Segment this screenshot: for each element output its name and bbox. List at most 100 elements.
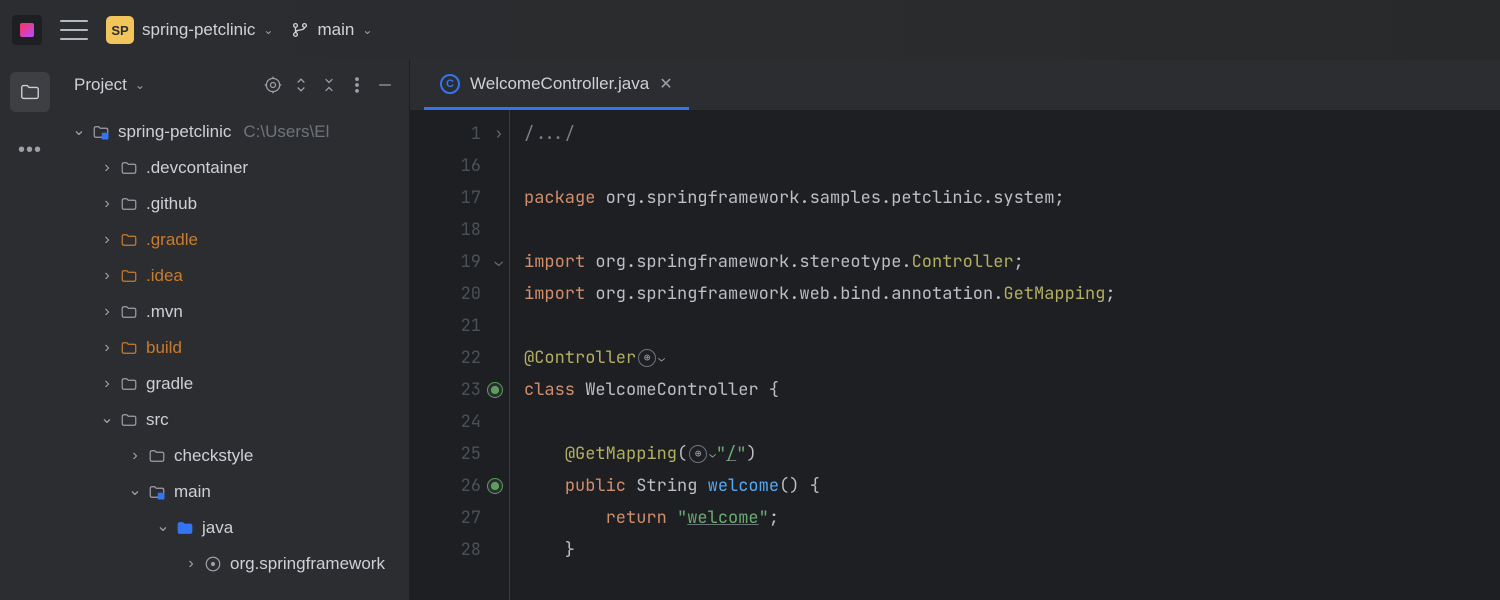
tree-item[interactable]: src xyxy=(60,402,409,438)
tree-item[interactable]: gradle xyxy=(60,366,409,402)
code-token: org.springframework.samples.petclinic.sy… xyxy=(595,187,1064,209)
editor-tab-bar: C WelcomeController.java ✕ xyxy=(410,60,1500,110)
tree-root-label: spring-petclinic xyxy=(118,122,231,142)
folder-icon xyxy=(148,483,168,501)
folder-icon xyxy=(148,447,168,465)
close-icon[interactable]: ✕ xyxy=(659,74,672,94)
code-line[interactable]: import org.springframework.web.bind.anno… xyxy=(524,278,1116,310)
folder-icon xyxy=(19,81,41,103)
code-line[interactable]: /.../ xyxy=(524,118,1116,150)
code-token: class xyxy=(524,379,575,401)
chevron-right-icon[interactable] xyxy=(184,555,198,573)
code-token: ( xyxy=(677,443,687,465)
folder-icon xyxy=(120,267,140,285)
code-token: ; xyxy=(1014,251,1024,273)
tree-item[interactable]: main xyxy=(60,474,409,510)
code-editor[interactable]: 1›16171819⌄20212223242526⌄2728 /.../pack… xyxy=(410,110,1500,600)
code-token: () { xyxy=(779,475,820,497)
folder-icon xyxy=(120,339,140,357)
project-selector[interactable]: SP spring-petclinic ⌄ xyxy=(106,16,273,44)
code-token: } xyxy=(524,539,575,561)
branch-icon xyxy=(291,21,309,39)
chevron-right-icon[interactable] xyxy=(100,231,114,249)
fold-icon[interactable]: › xyxy=(495,118,503,150)
chevron-right-icon[interactable] xyxy=(100,195,114,213)
chevron-down-icon[interactable]: ⌄ xyxy=(658,351,665,365)
folder-icon xyxy=(120,411,140,429)
expand-icon[interactable] xyxy=(291,75,311,95)
chevron-down-icon[interactable] xyxy=(128,482,142,502)
folder-icon xyxy=(120,195,140,213)
globe-icon[interactable]: ⊕ xyxy=(689,445,707,463)
code-token: " xyxy=(736,443,746,465)
tab-filename: WelcomeController.java xyxy=(470,74,649,94)
code-line[interactable]: @GetMapping(⊕⌄"/") xyxy=(524,438,1116,470)
gutter-line: 19⌄ xyxy=(410,246,481,278)
tree-item-label: build xyxy=(146,338,182,358)
project-tool-button[interactable] xyxy=(10,72,50,112)
code-line[interactable] xyxy=(524,406,1116,438)
tree-item-label: .mvn xyxy=(146,302,183,322)
tree-item-label: .gradle xyxy=(146,230,198,250)
code-token xyxy=(524,475,565,497)
tree-item[interactable]: .devcontainer xyxy=(60,150,409,186)
tree-root[interactable]: spring-petclinic C:\Users\El xyxy=(60,114,409,150)
tree-item[interactable]: java xyxy=(60,510,409,546)
code-line[interactable] xyxy=(524,150,1116,182)
more-icon[interactable] xyxy=(347,75,367,95)
gutter-line: 16 xyxy=(410,150,481,182)
nav-marker-icon[interactable] xyxy=(487,382,503,398)
tree-item[interactable]: org.springframework xyxy=(60,546,409,582)
code-token: / xyxy=(726,443,736,465)
panel-title[interactable]: Project xyxy=(74,75,127,95)
code-line[interactable]: @Controller⊕⌄ xyxy=(524,342,1116,374)
target-icon[interactable] xyxy=(263,75,283,95)
tree-item-label: gradle xyxy=(146,374,193,394)
code-line[interactable]: class WelcomeController { xyxy=(524,374,1116,406)
chevron-right-icon[interactable] xyxy=(100,267,114,285)
code-line[interactable]: return "welcome"; xyxy=(524,502,1116,534)
code-line[interactable] xyxy=(524,214,1116,246)
code-line[interactable]: import org.springframework.stereotype.Co… xyxy=(524,246,1116,278)
branch-selector[interactable]: main ⌄ xyxy=(291,20,372,40)
code-line[interactable]: public String welcome() { xyxy=(524,470,1116,502)
tree-item[interactable]: .gradle xyxy=(60,222,409,258)
chevron-right-icon[interactable] xyxy=(100,375,114,393)
fold-icon[interactable]: ⌄ xyxy=(495,246,503,278)
code-line[interactable] xyxy=(524,310,1116,342)
chevron-down-icon[interactable]: ⌄ xyxy=(135,78,145,92)
minimize-icon[interactable] xyxy=(375,75,395,95)
tree-item[interactable]: .idea xyxy=(60,258,409,294)
globe-icon[interactable]: ⊕ xyxy=(638,349,656,367)
code-line[interactable]: } xyxy=(524,534,1116,566)
tree-item[interactable]: .mvn xyxy=(60,294,409,330)
code-line[interactable]: package org.springframework.samples.petc… xyxy=(524,182,1116,214)
project-tree[interactable]: spring-petclinic C:\Users\El .devcontain… xyxy=(60,110,409,600)
menu-icon[interactable] xyxy=(60,20,88,40)
chevron-down-icon[interactable] xyxy=(100,410,114,430)
tree-item[interactable]: .github xyxy=(60,186,409,222)
tree-item-label: org.springframework xyxy=(230,554,385,574)
code-token xyxy=(667,507,677,529)
chevron-down-icon[interactable] xyxy=(156,518,170,538)
nav-marker-icon[interactable] xyxy=(487,478,503,494)
code-token: @Controller xyxy=(524,347,636,369)
code-lines[interactable]: /.../ package org.springframework.samples… xyxy=(510,110,1116,600)
tree-root-path: C:\Users\El xyxy=(243,122,329,142)
tree-item[interactable]: checkstyle xyxy=(60,438,409,474)
code-token: import xyxy=(524,251,585,273)
collapse-icon[interactable] xyxy=(319,75,339,95)
editor-tab-active[interactable]: C WelcomeController.java ✕ xyxy=(424,60,689,110)
code-token: welcome xyxy=(708,475,779,497)
chevron-right-icon[interactable] xyxy=(128,447,142,465)
app-icon[interactable] xyxy=(12,15,42,45)
chevron-right-icon[interactable] xyxy=(100,339,114,357)
tree-item[interactable]: build xyxy=(60,330,409,366)
more-tools-button[interactable]: ••• xyxy=(10,130,50,170)
chevron-right-icon[interactable] xyxy=(100,303,114,321)
chevron-down-icon[interactable]: ⌄ xyxy=(709,447,716,461)
chevron-right-icon[interactable] xyxy=(100,159,114,177)
code-token xyxy=(524,507,606,529)
chevron-down-icon[interactable] xyxy=(72,122,86,142)
top-toolbar: SP spring-petclinic ⌄ main ⌄ xyxy=(0,0,1500,60)
